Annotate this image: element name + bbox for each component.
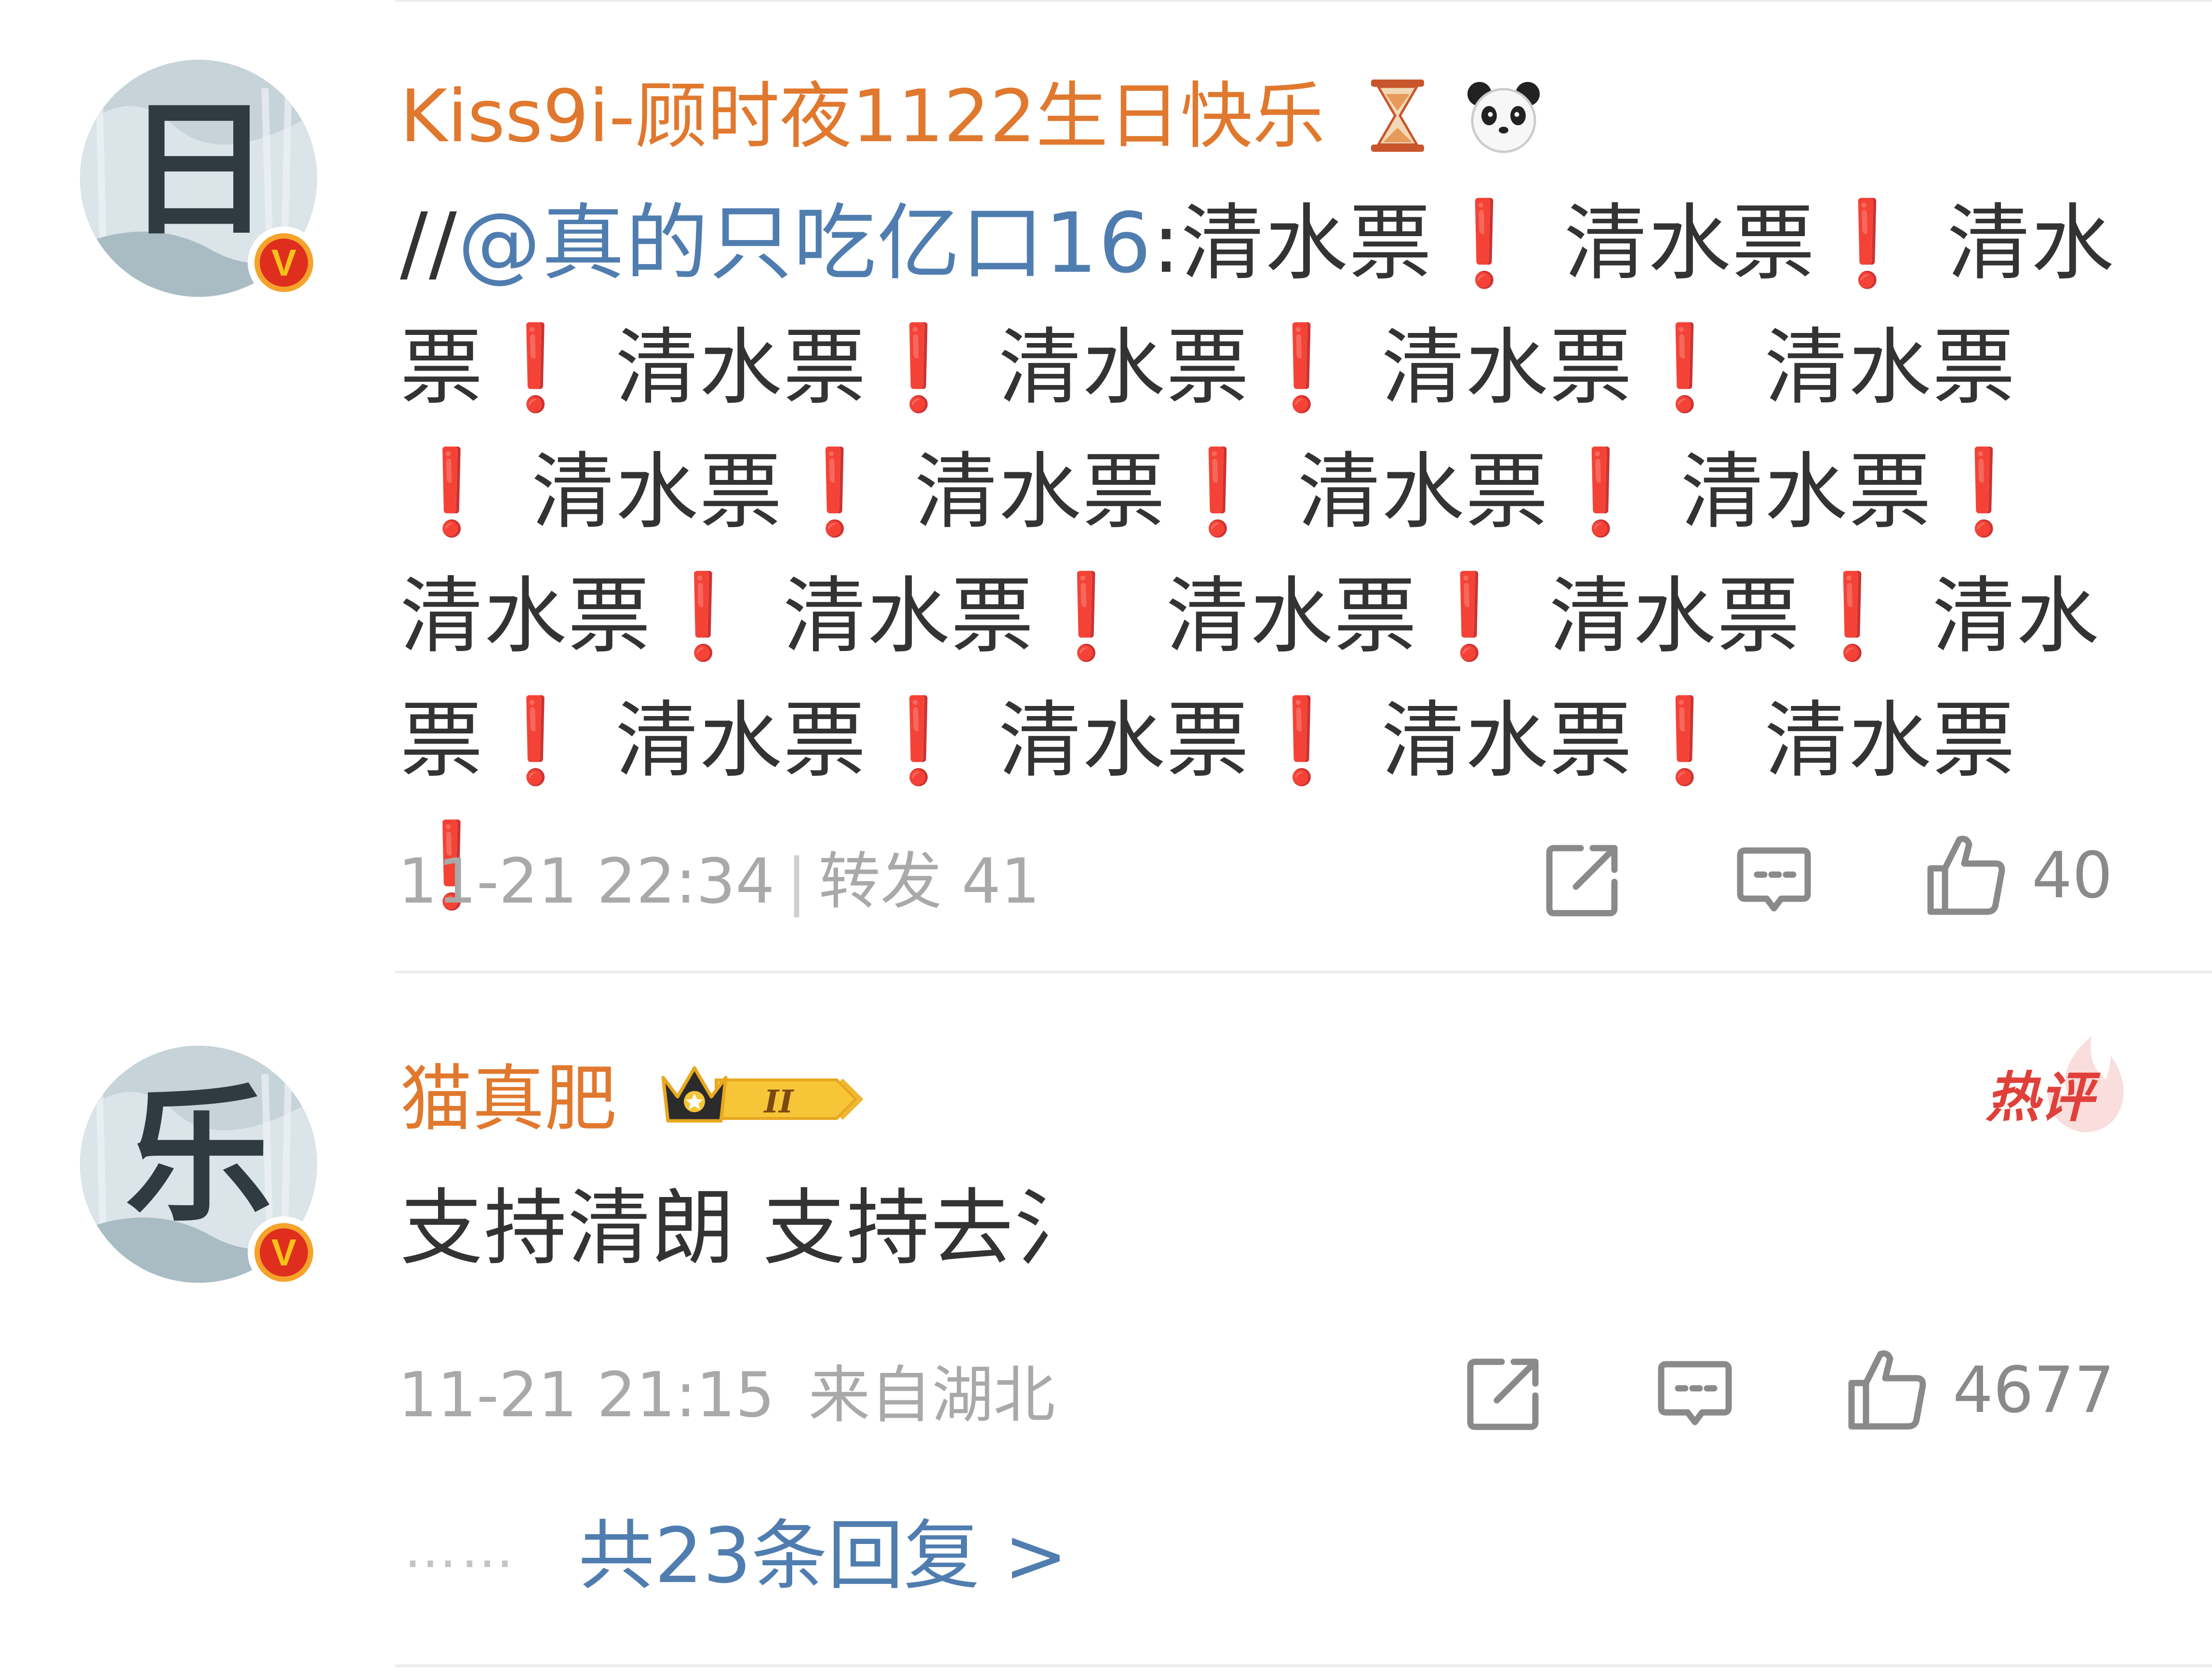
exclamation-icon: ❗ <box>866 319 972 416</box>
username[interactable]: Kiss9i-顾时夜1122生日快乐 <box>400 77 1545 166</box>
comment-meta: 11-21 21:15 来自湖北 <box>398 1365 1055 1426</box>
comment-button[interactable] <box>1654 1352 1736 1434</box>
like-count: 4677 <box>1953 1353 2115 1427</box>
top-divider <box>395 0 2212 2</box>
repeat-word: 清水票 <box>615 692 867 789</box>
comment-meta: 11-21 22:34 | 转发 41 <box>398 851 1040 913</box>
exclamation-icon: ❗ <box>400 443 505 540</box>
hourglass-icon <box>1361 77 1434 166</box>
exclamation-icon: ❗ <box>1800 568 1905 665</box>
repeat-word: 清水票 <box>1549 568 1801 665</box>
thumbs-up-icon <box>1927 836 2005 915</box>
exclamation-icon: ❗ <box>1250 692 1354 789</box>
comment-button[interactable] <box>1733 838 1815 920</box>
repeat-word: 清水票 <box>1680 443 1932 540</box>
username[interactable]: 猫真肥 <box>400 1063 617 1135</box>
verified-v-icon: V <box>260 1228 308 1277</box>
exclamation-icon: ❗ <box>1250 319 1354 416</box>
exclamation-icon: ❗ <box>783 443 888 540</box>
repeat-word: 清水票 <box>998 692 1250 789</box>
repost-count[interactable]: 转发 41 <box>819 846 1040 918</box>
exclamation-icon: ❗ <box>866 692 972 789</box>
repeat-word: 清水票 <box>1764 692 2016 789</box>
thumbs-up-icon <box>1848 1350 1926 1430</box>
repeat-word: 清水票 <box>914 443 1166 540</box>
repeat-word: 清水票 <box>615 319 867 416</box>
share-icon <box>1467 1358 1539 1430</box>
like-button[interactable]: 40 <box>1921 830 2113 921</box>
share-icon <box>1546 845 1618 917</box>
share-button[interactable] <box>1463 1352 1545 1434</box>
like-button[interactable]: 4677 <box>1842 1344 2115 1436</box>
verified-badge: V <box>248 1216 320 1289</box>
exclamation-icon: ❗ <box>1932 443 2037 540</box>
like-count: 40 <box>2032 838 2113 913</box>
comment-divider <box>395 971 2212 973</box>
username-text: Kiss9i-顾时夜1122生日快乐 <box>400 75 1325 159</box>
exclamation-icon: ❗ <box>1633 319 1737 416</box>
username-text: 猫真肥 <box>400 1057 617 1141</box>
view-replies-link[interactable]: 共23条回复 > <box>578 1518 1068 1594</box>
timestamp: 11-21 22:34 <box>398 846 775 918</box>
exclamation-icon: ❗ <box>484 692 588 789</box>
exclamation-icon: ❗ <box>1549 443 1653 540</box>
repost-prefix: // <box>400 195 458 292</box>
member-level-badge[interactable]: II <box>653 1058 870 1142</box>
share-button[interactable] <box>1542 838 1624 920</box>
location: 来自湖北 <box>808 1359 1055 1431</box>
exclamation-icon: ❗ <box>1432 195 1537 292</box>
mention-colon: : <box>1152 195 1181 292</box>
panda-icon <box>1463 77 1545 166</box>
repeat-word: 清水票 <box>531 443 783 540</box>
hot-comment-tag: 热评 <box>1985 1066 2093 1129</box>
avatar-glyph: 乐 <box>125 1069 272 1242</box>
avatar-glyph: 日 <box>125 83 272 256</box>
exclamation-icon: ❗ <box>1417 568 1522 665</box>
exclamation-icon: ❗ <box>484 319 588 416</box>
level-text: II <box>763 1084 795 1120</box>
repeat-word: 清水票 <box>1181 195 1433 292</box>
repeat-word: 清水票 <box>1297 443 1549 540</box>
repeat-word: 清水票 <box>1764 319 2016 416</box>
repeat-word: 清水票 <box>1381 692 1633 789</box>
comment-icon <box>1737 847 1811 912</box>
repeat-word: 清水票 <box>1564 195 1816 292</box>
repeat-word: 清水票 <box>400 568 652 665</box>
repeat-word: 清水票 <box>1381 319 1633 416</box>
bottom-divider <box>395 1664 2212 1667</box>
exclamation-icon: ❗ <box>1034 568 1139 665</box>
repeat-word: 清水票 <box>1166 568 1418 665</box>
repeat-word: 清水票 <box>998 319 1250 416</box>
exclamation-icon: ❗ <box>1633 692 1737 789</box>
mention-link[interactable]: @真的只吃亿口16 <box>458 195 1152 292</box>
comment-icon <box>1658 1361 1732 1425</box>
exclamation-icon: ❗ <box>652 568 756 665</box>
comment-text: //@真的只吃亿口16:清水票❗ 清水票❗ 清水票❗ 清水票❗ 清水票❗ 清水票… <box>400 181 2116 927</box>
timestamp: 11-21 21:15 <box>398 1359 775 1431</box>
meta-divider: | <box>786 846 807 918</box>
verified-badge: V <box>248 226 320 299</box>
repeat-word: 清水票 <box>783 568 1035 665</box>
reply-dots: …… <box>404 1518 518 1580</box>
exclamation-icon: ❗ <box>1166 443 1270 540</box>
comment-text: 支持清朗 支持去氵 <box>400 1180 1098 1277</box>
exclamation-icon: ❗ <box>1815 195 1920 292</box>
verified-v-icon: V <box>260 239 308 287</box>
